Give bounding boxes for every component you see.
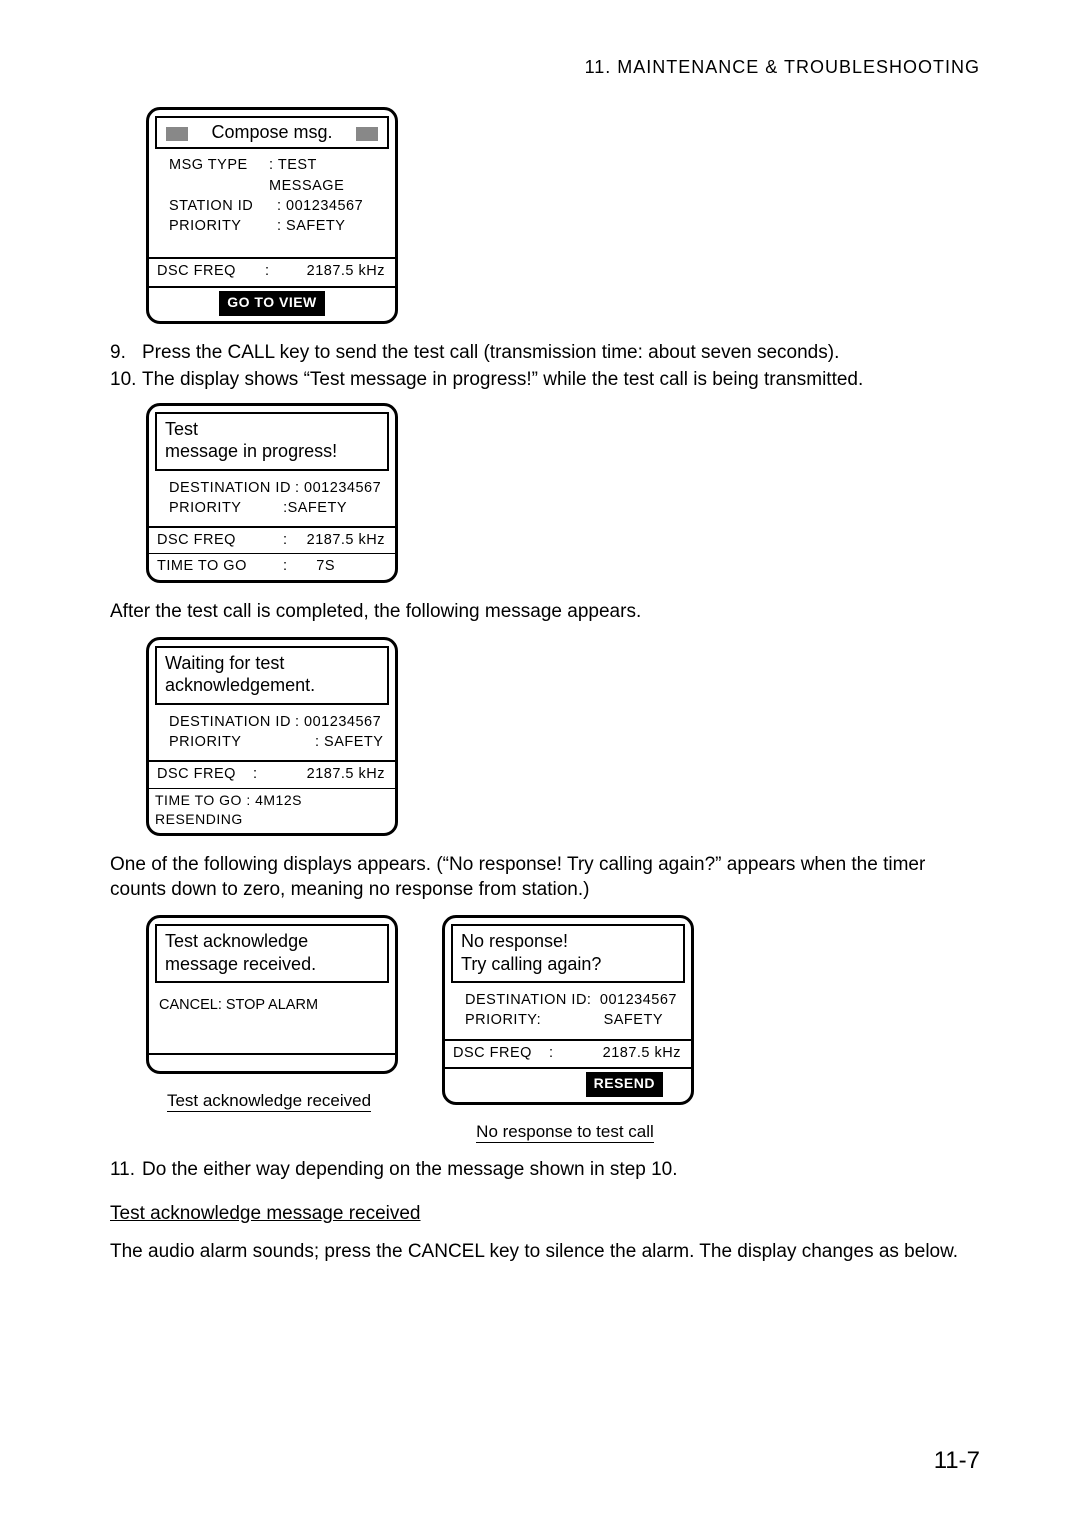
dsc-freq-value-5: 2187.5 kHz [603, 1043, 691, 1063]
progress-line2: message in progress! [165, 440, 379, 463]
station-id-label: STATION ID [169, 196, 277, 216]
colon: : [283, 556, 295, 576]
priority-label-3: PRIORITY [169, 732, 295, 752]
dsc-freq-value: 2187.5 kHz [307, 261, 395, 281]
compose-titlebar: Compose msg. [155, 116, 389, 149]
compose-msg-screen: Compose msg. MSG TYPE: TEST MESSAGE STAT… [146, 107, 398, 323]
compose-title: Compose msg. [211, 122, 332, 142]
colon: : [265, 261, 277, 281]
one-of-following-text: One of the following displays appears. (… [110, 852, 980, 903]
noresp-line2: Try calling again? [461, 953, 675, 976]
ack-line2: message received. [165, 953, 379, 976]
step-10-text: The display shows “Test message in progr… [142, 367, 863, 393]
priority-label-2: PRIORITY [169, 498, 283, 518]
subheading: Test acknowledge message received [110, 1203, 421, 1224]
priority-value-3: : SAFETY [315, 732, 383, 752]
dsc-freq-value-3: 2187.5 kHz [307, 764, 395, 784]
colon: : [253, 764, 265, 784]
dest-id-value-3: : 001234567 [295, 712, 381, 732]
resend-button[interactable]: RESEND [586, 1072, 663, 1097]
dsc-freq-label-2: DSC FREQ [157, 530, 283, 550]
waiting-ack-screen: Waiting for test acknowledgement. DESTIN… [146, 637, 398, 836]
colon: : [283, 530, 295, 550]
dsc-freq-label-5: DSC FREQ [453, 1043, 549, 1063]
colon: : [549, 1043, 561, 1063]
dest-id-value-5: 001234567 [600, 990, 683, 1010]
dsc-freq-label-3: DSC FREQ [157, 764, 253, 784]
station-id-value: : 001234567 [277, 196, 363, 216]
ack-line1: Test acknowledge [165, 930, 379, 953]
dest-id-label-3: DESTINATION ID [169, 712, 295, 732]
titlebar-block-left [166, 127, 188, 141]
test-progress-screen: Test message in progress! DESTINATION ID… [146, 403, 398, 583]
waiting-line2: acknowledgement. [165, 674, 379, 697]
priority-value-2: :SAFETY [283, 498, 387, 518]
ack-caption: Test acknowledge received [167, 1091, 371, 1112]
dest-id-label-5: DESTINATION ID: [465, 990, 597, 1010]
final-paragraph: The audio alarm sounds; press the CANCEL… [110, 1239, 980, 1265]
time-to-go-value: 7S [316, 556, 395, 576]
dsc-freq-value-2: 2187.5 kHz [307, 530, 395, 550]
priority-value-5: SAFETY [604, 1010, 683, 1030]
dest-id-value: : 001234567 [295, 478, 381, 498]
dest-id-label: DESTINATION ID [169, 478, 295, 498]
no-response-screen: No response! Try calling again? DESTINAT… [442, 915, 694, 1104]
progress-line1: Test [165, 418, 379, 441]
dsc-freq-label: DSC FREQ [157, 261, 265, 281]
waiting-line1: Waiting for test [165, 652, 379, 675]
msg-type-label: MSG TYPE [169, 155, 269, 196]
priority-value: : SAFETY [277, 216, 345, 236]
titlebar-block-right [356, 127, 378, 141]
step-10-number: 10. [110, 367, 142, 393]
page-header: 11. MAINTENANCE & TROUBLESHOOTING [110, 55, 980, 79]
noresp-caption: No response to test call [476, 1122, 654, 1143]
ack-received-screen: Test acknowledge message received. CANCE… [146, 915, 398, 1074]
step-11-number: 11. [110, 1157, 142, 1183]
step-9-text: Press the CALL key to send the test call… [142, 340, 839, 366]
after-test-call-text: After the test call is completed, the fo… [110, 599, 980, 625]
page-number: 11-7 [934, 1445, 980, 1477]
priority-label-5: PRIORITY: [465, 1010, 597, 1030]
step-11-text: Do the either way depending on the messa… [142, 1157, 678, 1183]
noresp-line1: No response! [461, 930, 675, 953]
msg-type-value: : TEST MESSAGE [269, 155, 387, 196]
cancel-stop-alarm: CANCEL: STOP ALARM [159, 997, 318, 1013]
step-9-number: 9. [110, 340, 142, 366]
time-to-go-label: TIME TO GO [157, 556, 283, 576]
resending-status: TIME TO GO : 4M12S RESENDING [149, 790, 395, 833]
go-to-view-button[interactable]: GO TO VIEW [219, 291, 325, 316]
priority-label: PRIORITY [169, 216, 277, 236]
